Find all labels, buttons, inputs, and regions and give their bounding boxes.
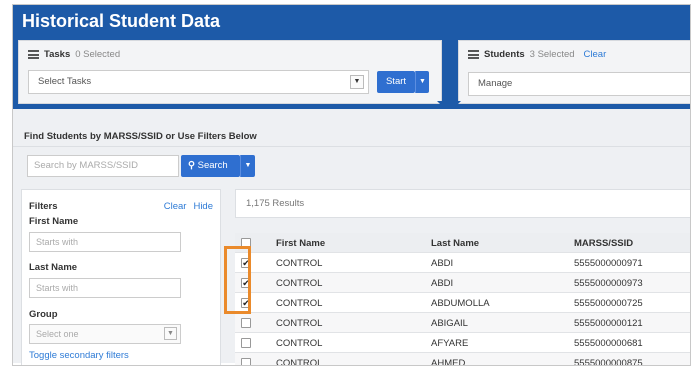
marss-ssid-cell: 5555000000725 bbox=[574, 298, 643, 309]
students-count: 3 Selected bbox=[529, 49, 575, 60]
group-select-value: Select one bbox=[36, 329, 79, 339]
students-header: Students 3 Selected Clear bbox=[468, 49, 606, 60]
column-header-marss-ssid[interactable]: MARSS/SSID bbox=[574, 238, 633, 249]
column-header-first-name[interactable]: First Name bbox=[276, 238, 325, 249]
table-header-row: First Name Last Name MARSS/SSID bbox=[235, 233, 690, 253]
search-dropdown-button[interactable]: ▼ bbox=[240, 155, 255, 177]
page-title: Historical Student Data bbox=[22, 11, 221, 31]
students-title: Students bbox=[484, 49, 525, 60]
row-checkbox[interactable] bbox=[241, 338, 251, 348]
filters-links: Clear Hide bbox=[164, 201, 213, 212]
table-row[interactable]: ✔ CONTROL ABDI 5555000000971 bbox=[235, 253, 690, 273]
table-row[interactable]: ✔ CONTROL ABDI 5555000000973 bbox=[235, 273, 690, 293]
tasks-header: Tasks 0 Selected bbox=[28, 49, 120, 60]
tasks-select[interactable]: Select Tasks ▼ bbox=[28, 70, 369, 94]
list-icon bbox=[468, 50, 479, 59]
marss-ssid-cell: 5555000000875 bbox=[574, 358, 643, 366]
table-row[interactable]: ✔ CONTROL ABDUMOLLA 5555000000725 bbox=[235, 293, 690, 313]
search-input[interactable]: Search by MARSS/SSID bbox=[27, 155, 179, 177]
students-panel: Students 3 Selected Clear Manage bbox=[458, 40, 690, 104]
caret-down-icon: ▼ bbox=[244, 162, 252, 169]
first-name-cell: CONTROL bbox=[276, 258, 323, 269]
row-checkbox[interactable] bbox=[241, 358, 251, 365]
last-name-cell: ABDUMOLLA bbox=[431, 298, 490, 309]
marss-ssid-cell: 5555000000973 bbox=[574, 278, 643, 289]
filters-title: Filters bbox=[29, 201, 58, 212]
last-name-cell: AHMED bbox=[431, 358, 466, 366]
marss-ssid-cell: 5555000000121 bbox=[574, 318, 643, 329]
first-name-cell: CONTROL bbox=[276, 338, 323, 349]
filters-hide-link[interactable]: Hide bbox=[193, 201, 213, 212]
first-name-cell: CONTROL bbox=[276, 298, 323, 309]
chevron-down-icon: ▼ bbox=[164, 327, 177, 340]
students-select[interactable]: Manage bbox=[468, 72, 690, 96]
first-name-cell: CONTROL bbox=[276, 318, 323, 329]
last-name-input[interactable]: Starts with bbox=[29, 278, 181, 298]
tasks-count: 0 Selected bbox=[75, 49, 121, 60]
last-name-cell: ABIGAIL bbox=[431, 318, 468, 329]
group-label: Group bbox=[29, 309, 58, 320]
find-section: Find Students by MARSS/SSID or Use Filte… bbox=[13, 109, 690, 366]
filters-clear-link[interactable]: Clear bbox=[164, 201, 187, 212]
tasks-panel: Tasks 0 Selected Select Tasks ▼ Start ▼ bbox=[18, 40, 442, 104]
divider bbox=[13, 146, 690, 147]
marss-ssid-cell: 5555000000971 bbox=[574, 258, 643, 269]
header-bar: Historical Student Data Tasks 0 Selected… bbox=[13, 5, 690, 109]
results-count: 1,175 Results bbox=[246, 198, 305, 209]
students-select-value: Manage bbox=[478, 78, 513, 89]
first-name-cell: CONTROL bbox=[276, 358, 323, 366]
last-name-cell: ABDI bbox=[431, 258, 454, 269]
table-row[interactable]: CONTROL AHMED 5555000000875 bbox=[235, 353, 690, 366]
first-name-cell: CONTROL bbox=[276, 278, 323, 289]
students-clear-link[interactable]: Clear bbox=[584, 49, 607, 60]
results-table: First Name Last Name MARSS/SSID ✔ CONTRO… bbox=[235, 233, 690, 366]
find-label: Find Students by MARSS/SSID or Use Filte… bbox=[24, 131, 257, 142]
app-window: Historical Student Data Tasks 0 Selected… bbox=[12, 4, 691, 366]
table-row[interactable]: CONTROL ABIGAIL 5555000000121 bbox=[235, 313, 690, 333]
table-row[interactable]: CONTROL AFYARE 5555000000681 bbox=[235, 333, 690, 353]
chevron-down-icon: ▼ bbox=[350, 75, 364, 89]
first-name-input[interactable]: Starts with bbox=[29, 232, 181, 252]
row-checkbox[interactable] bbox=[241, 318, 251, 328]
results-count-box: 1,175 Results bbox=[235, 189, 690, 218]
tasks-title: Tasks bbox=[44, 49, 71, 60]
tasks-select-value: Select Tasks bbox=[38, 76, 92, 87]
checkbox-highlight-annotation bbox=[224, 246, 251, 314]
start-button[interactable]: Start bbox=[377, 71, 415, 93]
caret-down-icon: ▼ bbox=[419, 78, 426, 85]
first-name-label: First Name bbox=[29, 216, 79, 227]
search-icon: ⚲ bbox=[188, 160, 195, 171]
toggle-secondary-filters-link[interactable]: Toggle secondary filters bbox=[29, 350, 129, 361]
last-name-cell: AFYARE bbox=[431, 338, 469, 349]
filters-panel: Filters Clear Hide First Name Starts wit… bbox=[21, 189, 221, 365]
start-dropdown-button[interactable]: ▼ bbox=[415, 71, 429, 93]
column-header-last-name[interactable]: Last Name bbox=[431, 238, 479, 249]
last-name-label: Last Name bbox=[29, 262, 78, 273]
last-name-cell: ABDI bbox=[431, 278, 454, 289]
search-button[interactable]: ⚲ Search bbox=[181, 155, 240, 177]
list-icon bbox=[28, 50, 39, 59]
group-select[interactable]: Select one ▼ bbox=[29, 324, 181, 344]
marss-ssid-cell: 5555000000681 bbox=[574, 338, 643, 349]
search-button-label: Search bbox=[197, 160, 228, 171]
